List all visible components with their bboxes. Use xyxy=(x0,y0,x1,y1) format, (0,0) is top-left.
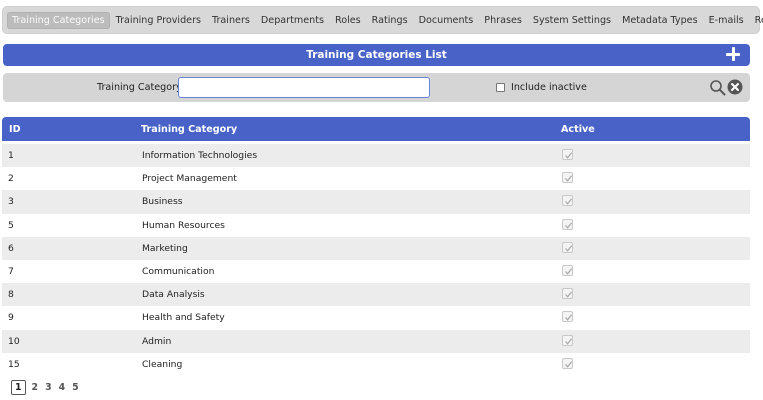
column-header-id[interactable]: ID xyxy=(9,124,21,135)
row-id: 6 xyxy=(8,242,14,254)
table-row[interactable]: 9 Health and Safety xyxy=(2,306,750,329)
row-id: 3 xyxy=(8,196,14,208)
table-row[interactable]: 8 Data Analysis xyxy=(2,283,750,307)
include-inactive-option[interactable]: Include inactive xyxy=(496,82,587,93)
row-active-checkbox xyxy=(562,264,573,276)
table-header: ID Training Category Active xyxy=(2,117,750,141)
row-active-checkbox xyxy=(562,334,573,346)
page-4-link[interactable]: 4 xyxy=(59,382,66,393)
include-inactive-label: Include inactive xyxy=(511,82,587,93)
training-category-label: Training Category xyxy=(97,82,182,93)
top-navigation: Training Categories Training Providers Tra… xyxy=(2,6,763,34)
row-category: Marketing xyxy=(142,242,188,254)
row-category: Cleaning xyxy=(142,358,183,370)
tab-system-settings[interactable]: System Settings xyxy=(528,12,616,29)
tab-reasons[interactable]: Reasons xyxy=(750,12,763,29)
row-id: 10 xyxy=(8,335,20,347)
tab-training-providers[interactable]: Training Providers xyxy=(111,12,206,29)
clear-icon[interactable] xyxy=(727,79,743,95)
row-id: 2 xyxy=(8,173,14,185)
plus-icon[interactable] xyxy=(725,46,741,62)
table-row[interactable]: 7 Communication xyxy=(2,260,750,283)
table-row[interactable]: 2 Project Management xyxy=(2,167,750,190)
row-active-checkbox xyxy=(562,149,573,160)
include-inactive-checkbox[interactable] xyxy=(496,83,505,92)
row-category: Communication xyxy=(142,265,215,277)
row-category: Admin xyxy=(142,335,172,347)
table-row[interactable]: 6 Marketing xyxy=(2,236,750,260)
tab-trainers[interactable]: Trainers xyxy=(207,12,255,29)
row-active-checkbox xyxy=(562,172,573,184)
row-active-checkbox xyxy=(562,288,573,300)
search-icon[interactable] xyxy=(709,79,726,96)
tab-phrases[interactable]: Phrases xyxy=(479,12,527,29)
list-title: Training Categories List xyxy=(306,49,447,61)
tab-metadata-types[interactable]: Metadata Types xyxy=(617,12,703,29)
tab-departments[interactable]: Departments xyxy=(256,12,329,29)
page-2-link[interactable]: 2 xyxy=(32,382,39,393)
tab-roles[interactable]: Roles xyxy=(330,12,366,29)
row-id: 9 xyxy=(8,312,14,324)
tab-training-categories[interactable]: Training Categories xyxy=(7,11,110,29)
row-category: Health and Safety xyxy=(142,312,225,324)
table-body: 1 Information Technologies 2 Project Manage… xyxy=(2,144,750,376)
row-active-checkbox xyxy=(562,357,573,369)
page-5-link[interactable]: 5 xyxy=(72,382,79,393)
column-header-active[interactable]: Active xyxy=(561,124,595,135)
row-id: 15 xyxy=(8,358,20,370)
filter-bar: Training Category Include inactive xyxy=(3,73,750,102)
page-1-link[interactable]: 1 xyxy=(11,380,26,395)
pagination: 12345 xyxy=(11,380,86,395)
row-id: 8 xyxy=(8,289,14,301)
row-id: 5 xyxy=(8,219,14,231)
table-row[interactable]: 3 Business xyxy=(2,190,750,214)
table-row[interactable]: 10 Admin xyxy=(2,329,750,353)
table-row[interactable]: 5 Human Resources xyxy=(2,214,750,237)
row-id: 1 xyxy=(8,150,14,161)
table-row[interactable]: 1 Information Technologies xyxy=(2,144,750,168)
tab-documents[interactable]: Documents xyxy=(414,12,479,29)
table-row[interactable]: 15 Cleaning xyxy=(2,353,750,376)
row-id: 7 xyxy=(8,265,14,277)
row-category: Information Technologies xyxy=(142,150,258,161)
row-active-checkbox xyxy=(562,195,573,207)
row-category: Human Resources xyxy=(142,219,225,231)
page-3-link[interactable]: 3 xyxy=(45,382,52,393)
list-header: Training Categories List xyxy=(3,44,750,66)
row-active-checkbox xyxy=(562,311,573,323)
row-category: Business xyxy=(142,196,183,208)
tab-e-mails[interactable]: E-mails xyxy=(704,12,749,29)
row-active-checkbox xyxy=(562,241,573,253)
row-category: Project Management xyxy=(142,173,237,185)
row-category: Data Analysis xyxy=(142,289,205,301)
column-header-category[interactable]: Training Category xyxy=(141,124,237,135)
row-active-checkbox xyxy=(562,218,573,230)
training-category-input[interactable] xyxy=(178,77,430,98)
tab-ratings[interactable]: Ratings xyxy=(367,12,413,29)
